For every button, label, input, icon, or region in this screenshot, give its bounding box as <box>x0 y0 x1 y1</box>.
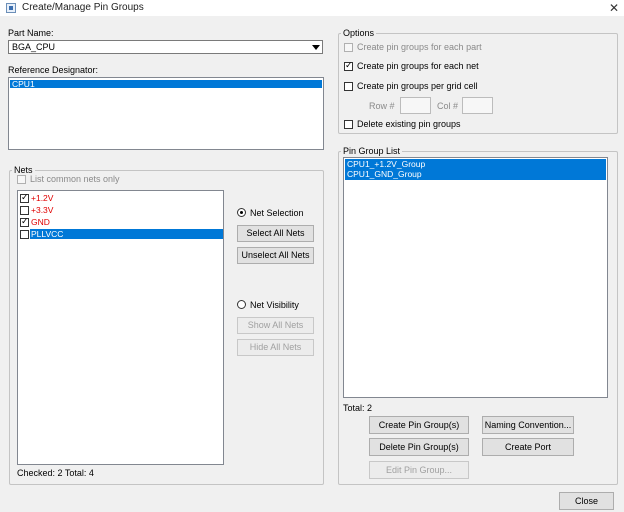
part-name-value: BGA_CPU <box>12 42 56 52</box>
nets-status: Checked: 2 Total: 4 <box>17 468 94 478</box>
chevron-down-icon[interactable] <box>312 45 320 50</box>
list-common-nets-label: List common nets only <box>30 174 120 184</box>
list-item[interactable]: CPU1_GND_Group <box>345 170 606 180</box>
net-checkbox-gnd[interactable] <box>20 216 29 228</box>
each-part-label: Create pin groups for each part <box>357 42 482 52</box>
list-common-nets-checkbox[interactable] <box>17 175 26 184</box>
options-group-title: Options <box>341 28 377 38</box>
net-label-1-2v: +1.2V <box>31 193 54 203</box>
part-name-label: Part Name: <box>8 28 54 38</box>
select-all-nets-button[interactable]: Select All Nets <box>237 225 314 242</box>
naming-convention-button[interactable]: Naming Convention... <box>482 416 574 434</box>
col-label: Col # <box>437 101 459 111</box>
unselect-all-nets-button[interactable]: Unselect All Nets <box>237 247 314 264</box>
close-icon[interactable]: ✕ <box>606 0 622 16</box>
net-selection-radio[interactable] <box>237 208 246 217</box>
row-label: Row # <box>369 101 395 111</box>
part-name-dropdown[interactable]: BGA_CPU <box>8 40 323 54</box>
row-input[interactable] <box>400 97 431 114</box>
show-all-nets-button[interactable]: Show All Nets <box>237 317 314 334</box>
each-net-checkbox[interactable] <box>344 60 353 72</box>
pin-group-list[interactable]: CPU1_+1.2V_Group CPU1_GND_Group <box>343 157 608 398</box>
each-net-label: Create pin groups for each net <box>357 61 479 71</box>
net-selection-label: Net Selection <box>250 208 304 218</box>
app-icon <box>6 3 16 13</box>
net-visibility-label: Net Visibility <box>250 300 299 310</box>
grid-cell-checkbox[interactable] <box>344 82 353 91</box>
net-visibility-radio[interactable] <box>237 300 246 309</box>
reference-designator-list[interactable]: CPU1 <box>8 77 324 150</box>
col-input[interactable] <box>462 97 493 114</box>
net-label-pllvcc: PLLVCC <box>31 229 64 239</box>
window-title: Create/Manage Pin Groups <box>22 2 144 13</box>
create-port-button[interactable]: Create Port <box>482 438 574 456</box>
close-button[interactable]: Close <box>559 492 614 510</box>
delete-pin-groups-button[interactable]: Delete Pin Group(s) <box>369 438 469 456</box>
net-checkbox-3-3v[interactable] <box>20 206 29 215</box>
edit-pin-group-button[interactable]: Edit Pin Group... <box>369 461 469 479</box>
list-item[interactable]: CPU1 <box>10 80 322 88</box>
net-label-3-3v: +3.3V <box>31 205 54 215</box>
net-checkbox-1-2v[interactable] <box>20 192 29 204</box>
nets-list[interactable]: +1.2V +3.3V GND PLLVCC <box>17 190 224 465</box>
grid-cell-label: Create pin groups per grid cell <box>357 81 478 91</box>
delete-existing-label: Delete existing pin groups <box>357 119 461 129</box>
pin-group-list-title: Pin Group List <box>341 146 403 156</box>
net-checkbox-pllvcc[interactable] <box>20 230 29 239</box>
reference-designator-label: Reference Designator: <box>8 65 99 75</box>
delete-existing-checkbox[interactable] <box>344 120 353 129</box>
create-pin-groups-button[interactable]: Create Pin Group(s) <box>369 416 469 434</box>
each-part-checkbox[interactable] <box>344 43 353 52</box>
hide-all-nets-button[interactable]: Hide All Nets <box>237 339 314 356</box>
net-label-gnd: GND <box>31 217 50 227</box>
pin-group-total: Total: 2 <box>343 403 373 413</box>
